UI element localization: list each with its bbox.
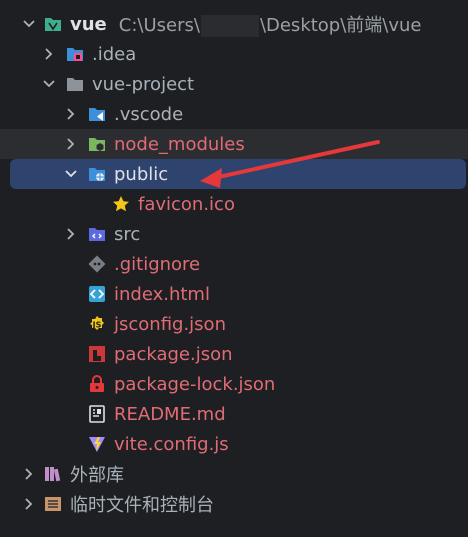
tree-label: package.json: [114, 343, 233, 365]
tree-label: 外部库: [70, 465, 124, 486]
tree-row-vue-project[interactable]: vue-project: [0, 69, 468, 99]
vite-icon: [88, 435, 106, 453]
tree-row-idea[interactable]: .idea: [0, 39, 468, 69]
tree-label: README.md: [114, 403, 226, 425]
tree-label: node_modules: [114, 133, 245, 155]
lock-icon: [88, 375, 106, 393]
tree-row-public[interactable]: public: [10, 159, 466, 189]
tree-row-scratches[interactable]: 临时文件和控制台: [0, 489, 468, 519]
root-project-name: vue: [70, 13, 107, 35]
tree-label: .vscode: [114, 103, 184, 125]
tree-label: index.html: [114, 283, 210, 305]
svg-text:JS: JS: [92, 321, 102, 330]
node-modules-folder-icon: [88, 135, 106, 153]
tree-row-node-modules[interactable]: node_modules: [0, 129, 468, 159]
redacted-username: [200, 15, 259, 37]
tree-label: vue-project: [92, 73, 195, 95]
tree-label: .idea: [92, 43, 137, 65]
tree-row-external-libraries[interactable]: 外部库: [0, 459, 468, 489]
markdown-icon: [88, 405, 106, 423]
tree-label: jsconfig.json: [114, 313, 226, 335]
chevron-down-icon[interactable]: [22, 17, 36, 31]
tree-label: package-lock.json: [114, 373, 276, 395]
chevron-right-icon[interactable]: [64, 227, 78, 241]
tree-row-vite-config[interactable]: vite.config.js: [0, 429, 468, 459]
star-icon: [112, 195, 130, 213]
chevron-right-icon[interactable]: [42, 47, 56, 61]
folder-icon: [66, 75, 84, 93]
tree-label: favicon.ico: [138, 193, 235, 215]
chevron-right-icon[interactable]: [64, 137, 78, 151]
root-path: C:\Users\ \Desktop\前端\vue: [118, 15, 422, 37]
npm-icon: [88, 345, 106, 363]
js-icon: JS: [88, 315, 106, 333]
library-icon: [44, 465, 62, 483]
web-folder-icon: [88, 165, 106, 183]
html-icon: [88, 285, 106, 303]
tree-label: 临时文件和控制台: [70, 495, 214, 516]
tree-row-src[interactable]: src: [0, 219, 468, 249]
chevron-right-icon[interactable]: [22, 497, 36, 511]
tree-row-readme[interactable]: README.md: [0, 399, 468, 429]
tree-row-gitignore[interactable]: .gitignore: [0, 249, 468, 279]
tree-row-package-lock[interactable]: package-lock.json: [0, 369, 468, 399]
tree-row-package-json[interactable]: package.json: [0, 339, 468, 369]
git-icon: [88, 255, 106, 273]
tree-row-favicon[interactable]: favicon.ico: [0, 189, 468, 219]
tree-row-root[interactable]: vue C:\Users\ \Desktop\前端\vue: [0, 9, 468, 39]
idea-folder-icon: [66, 45, 84, 63]
tree-row-index-html[interactable]: index.html: [0, 279, 468, 309]
tree-label: src: [114, 223, 141, 245]
module-folder-icon: [44, 15, 62, 33]
chevron-down-icon[interactable]: [42, 77, 56, 91]
chevron-down-icon[interactable]: [64, 167, 78, 181]
tree-row-vscode[interactable]: .vscode: [0, 99, 468, 129]
vscode-folder-icon: [88, 105, 106, 123]
tree-label: .gitignore: [114, 253, 201, 275]
source-folder-icon: [88, 225, 106, 243]
scratches-icon: [44, 495, 62, 513]
tree-row-jsconfig[interactable]: JS jsconfig.json: [0, 309, 468, 339]
chevron-right-icon[interactable]: [64, 107, 78, 121]
tree-label: vite.config.js: [114, 433, 229, 455]
tree-label: public: [114, 163, 169, 185]
chevron-right-icon[interactable]: [22, 467, 36, 481]
